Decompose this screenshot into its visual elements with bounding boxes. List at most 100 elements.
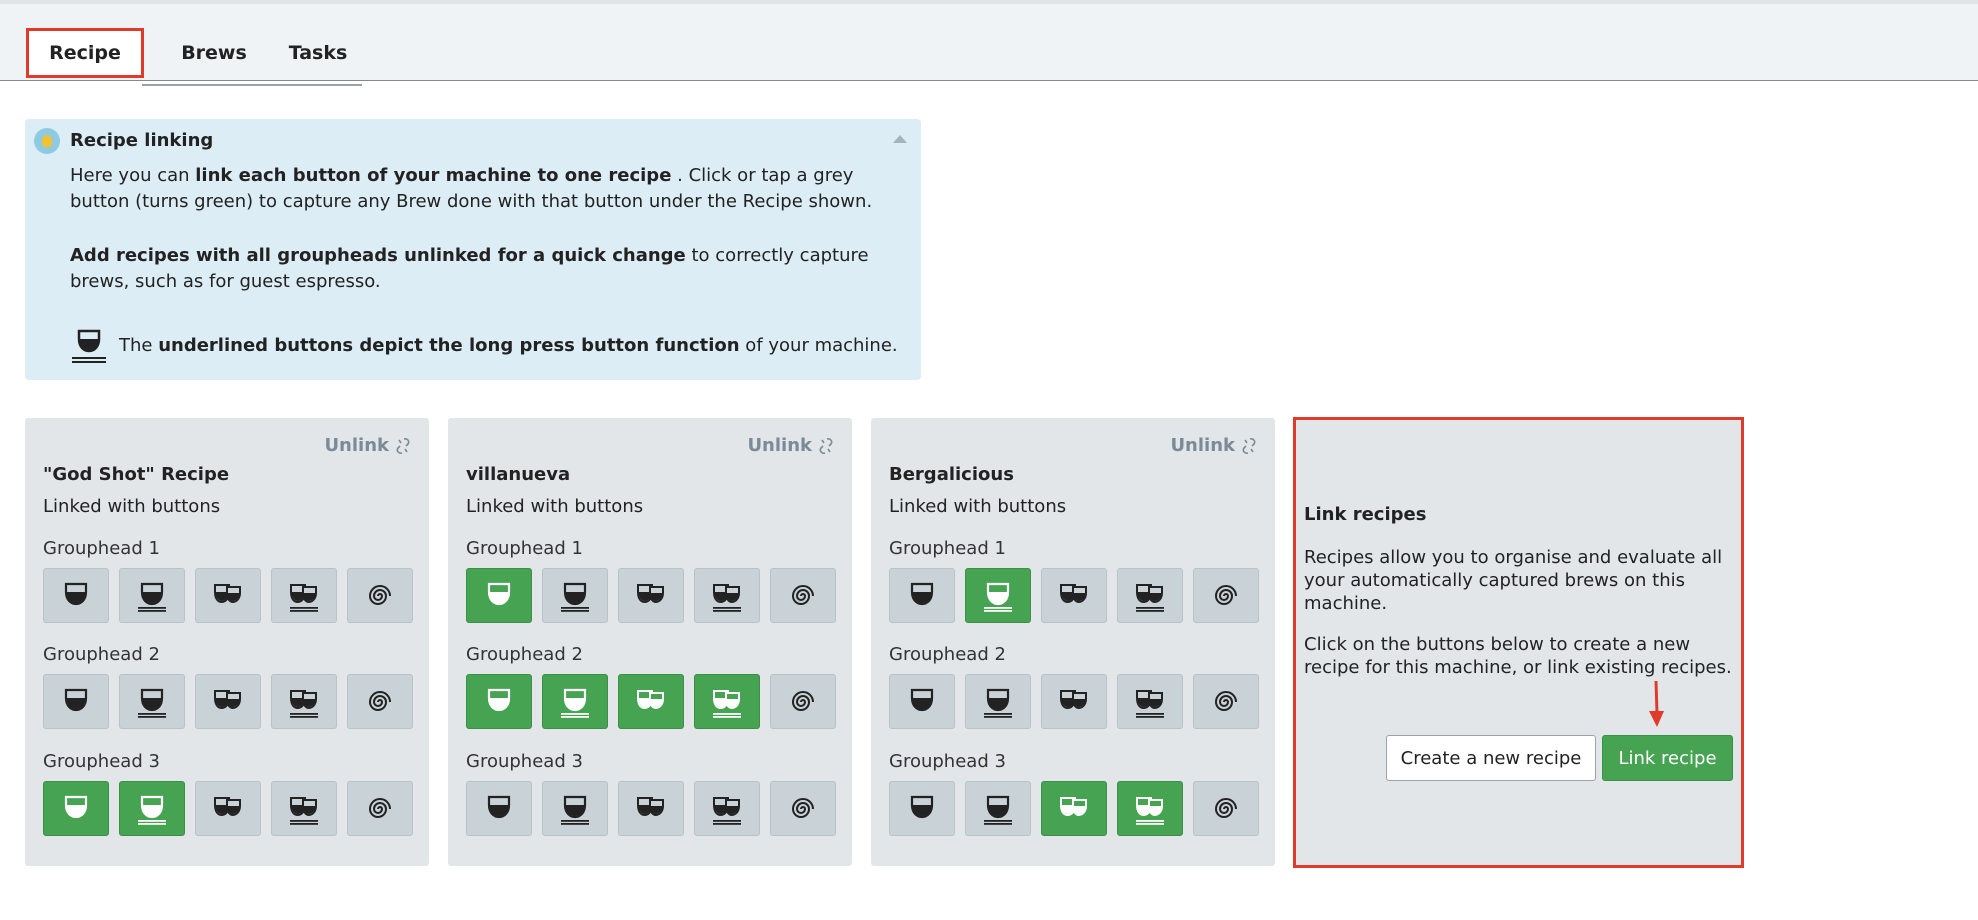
grouphead-button[interactable] [466,674,532,729]
link-recipe-button[interactable]: Link recipe [1602,735,1733,781]
grouphead-button[interactable] [1041,781,1107,836]
create-recipe-button[interactable]: Create a new recipe [1386,735,1596,781]
single-cup-long-icon [983,686,1013,718]
link-recipes-title: Link recipes [1304,504,1427,525]
single-cup-icon [484,793,514,825]
recipe-subtitle: Linked with buttons [466,496,644,517]
single-cup-icon [907,793,937,825]
unlink-button[interactable]: Unlink [324,435,411,456]
grouphead-button[interactable] [195,674,261,729]
collapse-icon[interactable] [893,135,907,143]
grouphead-button[interactable] [347,781,413,836]
steam-spiral-icon [366,582,394,610]
info-paragraph-1: Here you can link each button of your ma… [70,165,873,212]
lightbulb-icon [34,128,60,154]
steam-spiral-icon [366,795,394,823]
double-cup-icon [212,793,244,825]
grouphead-button[interactable] [466,568,532,623]
grouphead-button[interactable] [542,781,608,836]
grouphead-button[interactable] [195,568,261,623]
broken-link-icon [819,437,833,454]
single-cup-long-icon [560,580,590,612]
unlink-button[interactable]: Unlink [747,435,834,456]
grouphead-label: Grouphead 1 [889,538,1006,559]
grouphead-buttons [889,781,1259,836]
recipe-card: Unlink villanueva Linked with buttons Group… [448,418,852,866]
grouphead-button[interactable] [347,674,413,729]
recipe-subtitle: Linked with buttons [889,496,1067,517]
grouphead-button[interactable] [271,674,337,729]
grouphead-button[interactable] [43,568,109,623]
grouphead-button[interactable] [618,781,684,836]
grouphead-button[interactable] [889,781,955,836]
double-cup-long-icon [711,580,743,612]
recipe-card: Unlink Bergalicious Linked with buttons Gro… [871,418,1275,866]
tab-tasks[interactable]: Tasks [268,28,368,78]
grouphead-button[interactable] [542,674,608,729]
grouphead-buttons [466,568,836,623]
grouphead-button[interactable] [347,568,413,623]
grouphead-button[interactable] [466,781,532,836]
grouphead-button[interactable] [1117,781,1183,836]
grouphead-button[interactable] [694,781,760,836]
grouphead-button[interactable] [119,568,185,623]
grouphead-button[interactable] [770,568,836,623]
single-cup-icon [61,686,91,718]
recipe-name: villanueva [466,464,571,485]
double-cup-icon [635,580,667,612]
double-cup-icon [212,686,244,718]
double-cup-long-icon [711,686,743,718]
grouphead-button[interactable] [542,568,608,623]
grouphead-button[interactable] [889,674,955,729]
double-cup-long-icon [1134,793,1166,825]
grouphead-button[interactable] [770,674,836,729]
unlink-button[interactable]: Unlink [1170,435,1257,456]
link-recipes-text-2: Click on the buttons below to create a n… [1304,634,1732,678]
grouphead-button[interactable] [1117,568,1183,623]
grouphead-button[interactable] [618,568,684,623]
grouphead-button[interactable] [271,781,337,836]
grouphead-button[interactable] [1193,674,1259,729]
grouphead-button[interactable] [1193,781,1259,836]
grouphead-button[interactable] [770,781,836,836]
grouphead-label: Grouphead 2 [889,644,1006,665]
single-cup-icon [484,580,514,612]
grouphead-button[interactable] [965,781,1031,836]
grouphead-button[interactable] [43,674,109,729]
grouphead-button[interactable] [965,674,1031,729]
grouphead-buttons [43,674,413,729]
single-cup-long-icon [137,793,167,825]
grouphead-buttons [43,568,413,623]
double-cup-long-icon [288,793,320,825]
grouphead-button[interactable] [119,674,185,729]
grouphead-button[interactable] [1041,674,1107,729]
double-cup-icon [635,686,667,718]
grouphead-button[interactable] [195,781,261,836]
grouphead-button[interactable] [1041,568,1107,623]
tab-brews[interactable]: Brews [158,28,270,78]
recipe-name: "God Shot" Recipe [43,464,230,485]
grouphead-button[interactable] [271,568,337,623]
grouphead-button[interactable] [1193,568,1259,623]
link-recipes-panel: Link recipes Recipes allow you to organi… [1293,417,1744,868]
single-cup-long-icon [560,793,590,825]
grouphead-button[interactable] [43,781,109,836]
single-cup-long-icon [137,686,167,718]
grouphead-button[interactable] [889,568,955,623]
grouphead-buttons [466,674,836,729]
double-cup-long-icon [711,793,743,825]
grouphead-button[interactable] [1117,674,1183,729]
tab-recipe[interactable]: Recipe [26,28,144,78]
grouphead-button[interactable] [965,568,1031,623]
grouphead-label: Grouphead 3 [889,751,1006,772]
grouphead-label: Grouphead 2 [43,644,160,665]
double-cup-icon [635,793,667,825]
steam-spiral-icon [789,582,817,610]
grouphead-button[interactable] [694,568,760,623]
grouphead-button[interactable] [119,781,185,836]
broken-link-icon [1242,437,1256,454]
grouphead-label: Grouphead 3 [466,751,583,772]
grouphead-button[interactable] [618,674,684,729]
grouphead-button[interactable] [694,674,760,729]
double-cup-icon [1058,686,1090,718]
